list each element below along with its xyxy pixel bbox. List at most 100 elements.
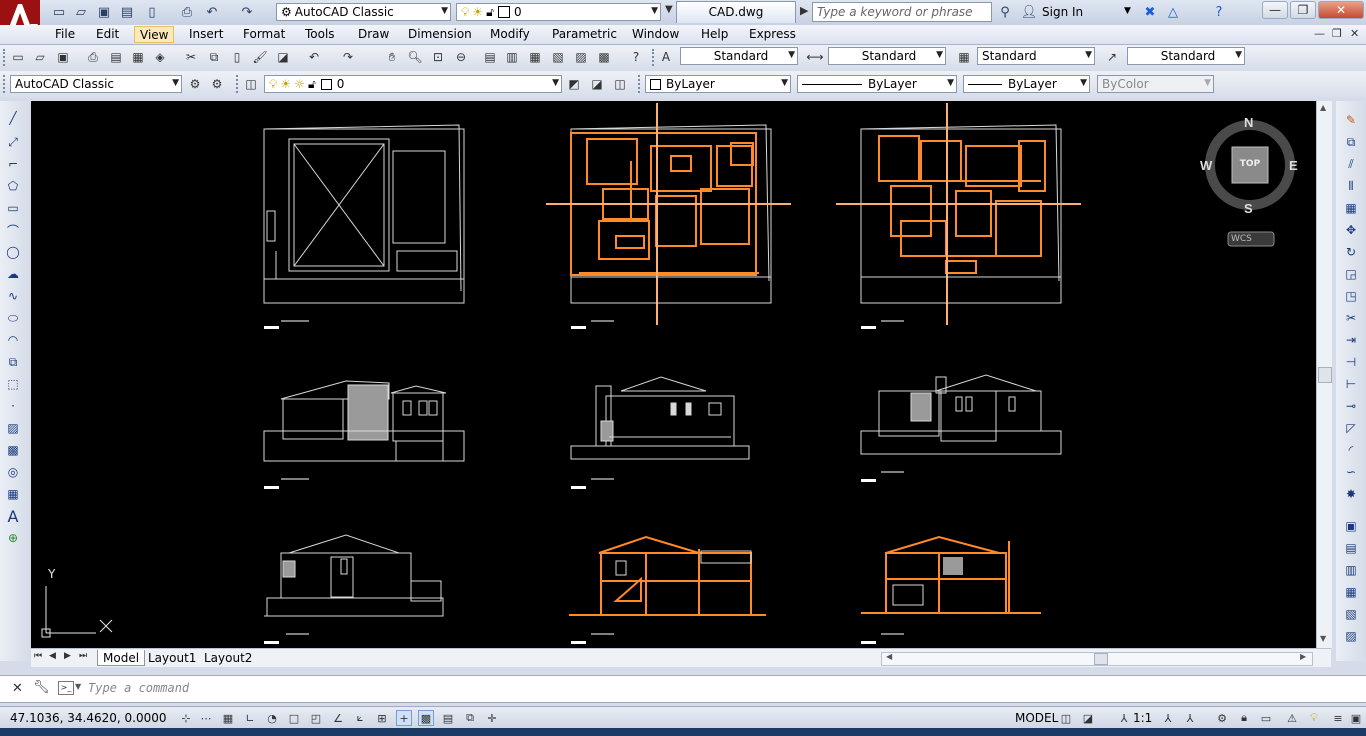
redo-icon[interactable]: ↷ — [238, 3, 256, 21]
3d-dwf-icon[interactable]: ◈ — [152, 49, 168, 65]
scroll-thumb[interactable] — [1094, 653, 1108, 665]
menu-insert[interactable]: Insert — [184, 26, 228, 43]
layer-properties-icon[interactable]: ◫ — [243, 76, 259, 92]
draworder-back-icon[interactable]: ▤ — [1341, 539, 1361, 557]
a360-icon[interactable]: △ — [1164, 3, 1182, 21]
annotation-monitor-icon[interactable]: ✛ — [484, 710, 500, 726]
recent-commands-icon[interactable]: ▼ — [75, 682, 81, 691]
plot-style-select[interactable]: ByColor ▼ — [1097, 75, 1214, 93]
color-select[interactable]: ByLayer ▼ — [645, 75, 791, 93]
menu-dimension[interactable]: Dimension — [403, 26, 477, 43]
user-icon[interactable]: 👤︎ — [1020, 3, 1038, 21]
sign-in-link[interactable]: Sign In — [1042, 5, 1083, 19]
open-icon[interactable]: ▱ — [32, 49, 48, 65]
selection-cycling-icon[interactable]: ⧉ — [462, 710, 478, 726]
exchange-icon[interactable]: ✖ — [1141, 3, 1159, 21]
auto-scale-icon[interactable]: ⅄ — [1182, 710, 1198, 726]
hatch-back-icon[interactable]: ▨ — [1341, 627, 1361, 645]
document-tab[interactable]: CAD.dwg — [676, 1, 796, 23]
move-icon[interactable]: ✥ — [1341, 221, 1361, 239]
polyline-icon[interactable]: ⌐ — [3, 155, 23, 173]
workspace-switching-icon[interactable]: ⚙ — [1214, 710, 1230, 726]
draworder-above-icon[interactable]: ▥ — [1341, 561, 1361, 579]
open-file-icon[interactable]: ▱ — [72, 3, 90, 21]
clean-screen-icon[interactable]: ▣ — [1348, 710, 1364, 726]
more-arrow-icon[interactable]: ▼ — [665, 4, 673, 15]
scroll-up-icon[interactable]: ▲ — [1320, 103, 1326, 112]
menu-view[interactable]: View — [134, 26, 175, 43]
offset-icon[interactable]: ⫴ — [1341, 177, 1361, 195]
polar-tracking-icon[interactable]: ◔ — [264, 710, 280, 726]
draworder-front-icon[interactable]: ▣ — [1341, 517, 1361, 535]
break-at-point-icon[interactable]: ⊣ — [1341, 353, 1361, 371]
object-snap-tracking-icon[interactable]: ∠ — [330, 710, 346, 726]
tab-layout1[interactable]: Layout1 — [143, 650, 201, 666]
save-icon[interactable]: ▣ — [95, 3, 113, 21]
point-icon[interactable]: · — [3, 397, 23, 415]
minimize-icon[interactable]: — — [1262, 1, 1288, 19]
revision-cloud-icon[interactable]: ☁︎ — [3, 265, 23, 283]
annotation-visibility-icon[interactable]: ⅄ — [1160, 710, 1176, 726]
properties-icon[interactable]: ▤ — [482, 49, 498, 65]
break-icon[interactable]: ⊢ — [1341, 375, 1361, 393]
workspace-select[interactable]: AutoCAD Classic ▼ — [10, 75, 182, 93]
layer-previous-icon[interactable]: ◪ — [589, 76, 605, 92]
model-space-toggle[interactable]: MODEL — [1015, 711, 1058, 725]
toolbar-grip[interactable] — [652, 49, 657, 66]
redo-icon[interactable]: ↷ — [340, 49, 356, 65]
next-tab-icon[interactable]: ▶ — [64, 651, 71, 661]
polygon-icon[interactable]: ⬠ — [3, 177, 23, 195]
undo-icon[interactable]: ↶ — [203, 3, 221, 21]
dynamic-ucs-icon[interactable]: ⟀ — [352, 710, 368, 726]
menu-file[interactable]: File — [50, 26, 80, 43]
close-icon[interactable]: ✕ — [12, 681, 23, 696]
make-current-layer-icon[interactable]: ◩ — [566, 76, 582, 92]
command-prompt-icon[interactable]: >_ — [58, 681, 74, 695]
explode-icon[interactable]: ✸ — [1341, 485, 1361, 503]
sheet-set-icon[interactable]: ▧ — [550, 49, 566, 65]
customize-icon[interactable]: 🔧︎ — [33, 680, 50, 695]
line-icon[interactable]: ╱ — [3, 109, 23, 127]
tool-palettes-icon[interactable]: ▦ — [527, 49, 543, 65]
calculator-icon[interactable]: ▩ — [596, 49, 612, 65]
save-icon[interactable]: ▣ — [55, 49, 71, 65]
linetype-select[interactable]: ByLayer ▼ — [797, 75, 957, 93]
dynamic-input-icon[interactable]: ⊞ — [374, 710, 390, 726]
viewcube-east[interactable]: E — [1289, 158, 1298, 173]
quick-properties-icon[interactable]: ▤ — [440, 710, 456, 726]
multiline-text-icon[interactable]: A — [3, 507, 23, 526]
trim-icon[interactable]: ✂ — [1341, 309, 1361, 327]
last-tab-icon[interactable]: ⏭ — [79, 651, 87, 661]
previous-tab-icon[interactable]: ◀ — [49, 651, 56, 661]
spline-icon[interactable]: ∿ — [3, 287, 23, 305]
vertical-scrollbar[interactable]: ▲ ▼ — [1316, 101, 1332, 648]
toolbar-grip[interactable] — [236, 75, 241, 93]
stretch-icon[interactable]: ◳ — [1341, 287, 1361, 305]
rectangle-icon[interactable]: ▭ — [3, 199, 23, 217]
quick-view-layouts-icon[interactable]: ◫ — [1058, 710, 1074, 726]
first-tab-icon[interactable]: ⏮ — [34, 651, 42, 661]
arc-icon[interactable]: ⌒ — [3, 221, 23, 239]
menu-format[interactable]: Format — [238, 26, 290, 43]
workspace-select[interactable]: ⚙ AutoCAD Classic ▼ — [276, 3, 451, 21]
object-snap-icon[interactable]: □ — [286, 710, 302, 726]
rotate-icon[interactable]: ↻ — [1341, 243, 1361, 261]
paste-icon[interactable]: ▯ — [229, 49, 245, 65]
scale-icon[interactable]: ◲ — [1341, 265, 1361, 283]
gradient-icon[interactable]: ▩ — [3, 441, 23, 459]
wcs-menu[interactable]: WCS — [1231, 234, 1252, 244]
arrow-right-icon[interactable]: ▶ — [800, 4, 808, 17]
viewcube-north[interactable]: N — [1244, 115, 1253, 130]
preview-icon[interactable]: ▤ — [108, 49, 124, 65]
isolate-objects-icon[interactable]: ⚠ — [1284, 710, 1300, 726]
lock-ui-icon[interactable]: 🔒︎ — [1236, 710, 1252, 726]
match-properties-icon[interactable]: 🖌︎ — [252, 49, 268, 65]
grid-display-icon[interactable]: ▦ — [220, 710, 236, 726]
help-icon[interactable]: ? — [628, 49, 644, 65]
menu-modify[interactable]: Modify — [485, 26, 535, 43]
table-style-icon[interactable]: ▦ — [956, 49, 972, 65]
zoom-previous-icon[interactable]: ⊖ — [453, 49, 469, 65]
multileader-style-icon[interactable]: ↗ — [1104, 49, 1120, 65]
menu-parametric[interactable]: Parametric — [547, 26, 622, 43]
block-editor-icon[interactable]: ◪ — [275, 49, 291, 65]
